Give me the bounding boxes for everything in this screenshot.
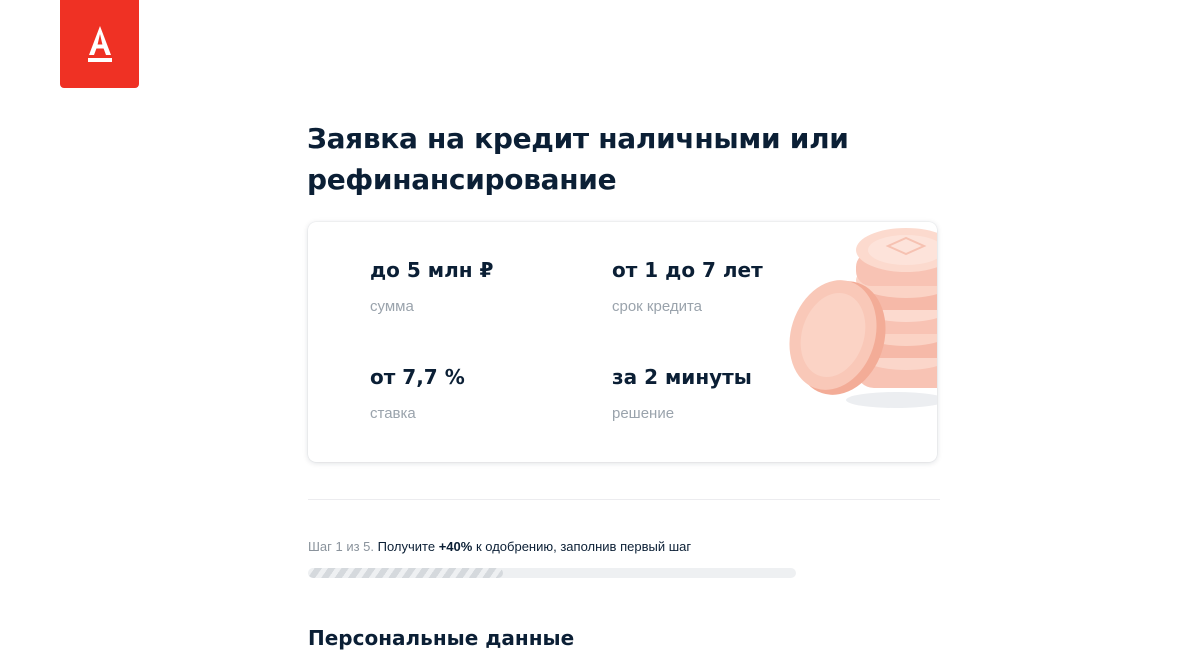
divider (308, 499, 940, 500)
step-hint-after: к одобрению, заполнив первый шаг (475, 539, 692, 554)
step-counter: Шаг 1 из 5. (308, 539, 375, 554)
step-hint-before: Получите (377, 539, 436, 554)
step-hint-highlight: +40% (438, 539, 473, 554)
feature-rate: от 7,7 % ставка (370, 364, 590, 423)
page: Заявка на кредит наличными или рефинанси… (0, 0, 1200, 664)
page-title: Заявка на кредит наличными или рефинанси… (307, 122, 849, 196)
step-indicator-text: Шаг 1 из 5. Получите +40% к одобрению, з… (308, 539, 691, 555)
step-progress-fill (308, 568, 504, 578)
loan-features-card: до 5 млн ₽ сумма от 1 до 7 лет срок кред… (308, 222, 937, 462)
feature-amount-value: до 5 млн ₽ (370, 258, 494, 282)
alfa-logo-icon (87, 26, 112, 62)
coins-illustration-icon (789, 228, 937, 408)
feature-amount-label: сумма (370, 298, 414, 315)
feature-amount: до 5 млн ₽ сумма (370, 257, 590, 316)
feature-rate-value: от 7,7 % (370, 365, 465, 389)
section-title-personal-data: Персональные данные (308, 626, 575, 650)
step-progress-bar (308, 568, 796, 578)
feature-rate-label: ставка (370, 405, 416, 422)
alfa-bank-logo[interactable] (60, 0, 139, 88)
